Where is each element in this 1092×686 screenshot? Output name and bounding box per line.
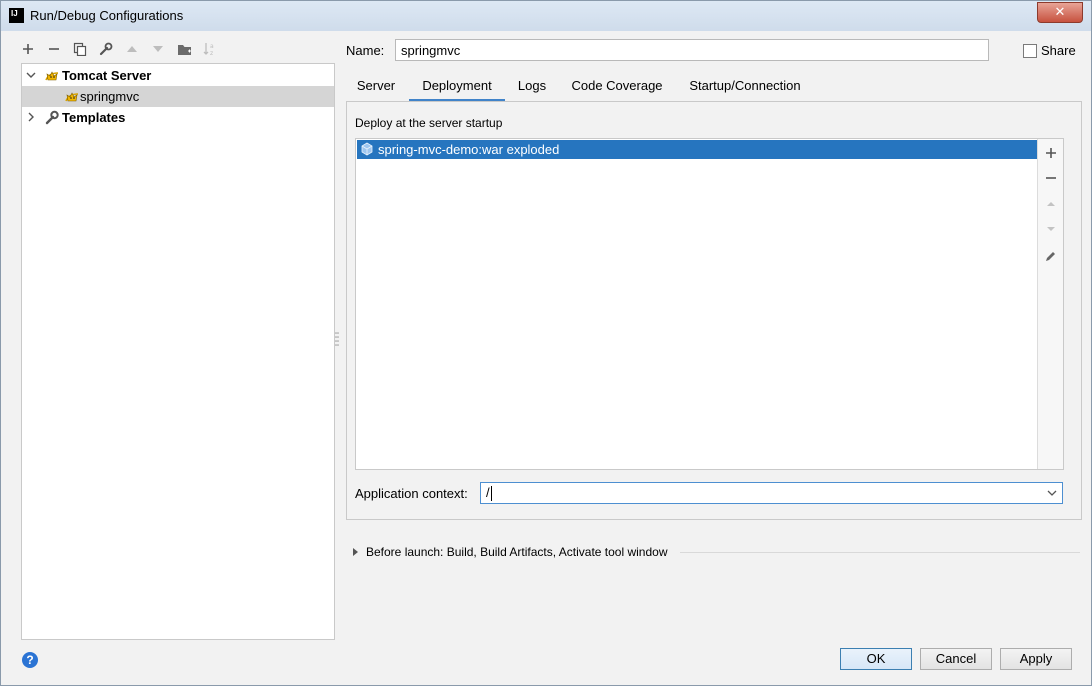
svg-text:a: a bbox=[210, 43, 214, 50]
name-label: Name: bbox=[346, 43, 385, 58]
share-checkbox-box[interactable] bbox=[1023, 43, 1037, 58]
before-launch-section[interactable]: Before launch: Build, Build Artifacts, A… bbox=[350, 545, 1082, 559]
wrench-icon bbox=[45, 110, 59, 125]
cancel-button[interactable]: Cancel bbox=[920, 648, 992, 670]
configuration-tree: Tomcat Server springmvc Templates bbox=[21, 63, 335, 640]
application-context-label: Application context: bbox=[355, 486, 468, 501]
remove-icon[interactable] bbox=[1038, 168, 1063, 188]
deployment-artifact-list: spring-mvc-demo:war exploded bbox=[355, 138, 1064, 470]
ok-button[interactable]: OK bbox=[840, 648, 912, 670]
sort-icon[interactable]: az bbox=[201, 40, 219, 58]
artifact-list-item[interactable]: spring-mvc-demo:war exploded bbox=[357, 140, 1038, 159]
list-actions-bar bbox=[1037, 139, 1063, 469]
tab-code-coverage[interactable]: Code Coverage bbox=[565, 71, 669, 102]
tree-item-templates[interactable]: Templates bbox=[22, 107, 334, 128]
tab-deployment[interactable]: Deployment bbox=[409, 71, 505, 102]
artifact-icon bbox=[361, 142, 373, 156]
close-button[interactable]: ✕ bbox=[1037, 2, 1083, 23]
tree-item-label: Tomcat Server bbox=[62, 68, 152, 83]
tab-logs[interactable]: Logs bbox=[511, 71, 553, 102]
move-up-icon[interactable] bbox=[1038, 194, 1063, 214]
tab-server[interactable]: Server bbox=[351, 71, 401, 102]
help-icon[interactable]: ? bbox=[22, 652, 38, 668]
application-context-value[interactable]: / bbox=[486, 485, 490, 500]
copy-icon[interactable] bbox=[71, 40, 89, 58]
before-launch-divider bbox=[680, 552, 1080, 553]
tomcat-icon bbox=[45, 71, 59, 81]
wrench-icon[interactable] bbox=[97, 40, 115, 58]
folder-icon[interactable] bbox=[175, 40, 193, 58]
dialog-content: az Tomcat Server springmvc Templates Nam… bbox=[9, 31, 1083, 677]
expand-arrow-icon[interactable] bbox=[350, 547, 360, 557]
intellij-app-icon: IJ bbox=[9, 8, 24, 23]
apply-button[interactable]: Apply bbox=[1000, 648, 1072, 670]
tree-item-springmvc[interactable]: springmvc bbox=[22, 86, 334, 107]
svg-text:z: z bbox=[210, 50, 213, 56]
chevron-down-icon[interactable] bbox=[1045, 486, 1059, 500]
name-field[interactable] bbox=[395, 39, 989, 61]
tree-item-label: springmvc bbox=[80, 89, 140, 104]
chevron-down-icon[interactable] bbox=[25, 69, 37, 81]
tree-item-label: Templates bbox=[62, 110, 126, 125]
edit-icon[interactable] bbox=[1038, 246, 1063, 266]
application-context-combobox[interactable]: / bbox=[480, 482, 1063, 504]
run-debug-dialog: IJ Run/Debug Configurations ✕ a z Tomcat… bbox=[0, 0, 1092, 686]
text-cursor bbox=[491, 486, 492, 501]
move-down-icon[interactable] bbox=[149, 40, 167, 58]
tree-item-tomcat-server[interactable]: Tomcat Server bbox=[22, 65, 334, 86]
remove-icon[interactable] bbox=[45, 40, 63, 58]
chevron-right-icon[interactable] bbox=[25, 111, 37, 123]
deploy-section-label: Deploy at the server startup bbox=[355, 116, 503, 130]
add-icon[interactable] bbox=[19, 40, 37, 58]
title-bar: IJ Run/Debug Configurations ✕ bbox=[1, 1, 1091, 31]
tomcat-icon bbox=[65, 92, 79, 102]
move-down-icon[interactable] bbox=[1038, 219, 1063, 239]
tab-startup-connection[interactable]: Startup/Connection bbox=[685, 71, 805, 102]
move-up-icon[interactable] bbox=[123, 40, 141, 58]
share-checkbox[interactable]: Share bbox=[1023, 43, 1076, 58]
share-label: Share bbox=[1041, 43, 1076, 58]
window-title: Run/Debug Configurations bbox=[30, 8, 184, 23]
splitter-handle[interactable] bbox=[335, 331, 339, 347]
add-icon[interactable] bbox=[1038, 143, 1063, 163]
before-launch-label: Before launch: Build, Build Artifacts, A… bbox=[366, 545, 668, 559]
artifact-label: spring-mvc-demo:war exploded bbox=[378, 142, 560, 157]
